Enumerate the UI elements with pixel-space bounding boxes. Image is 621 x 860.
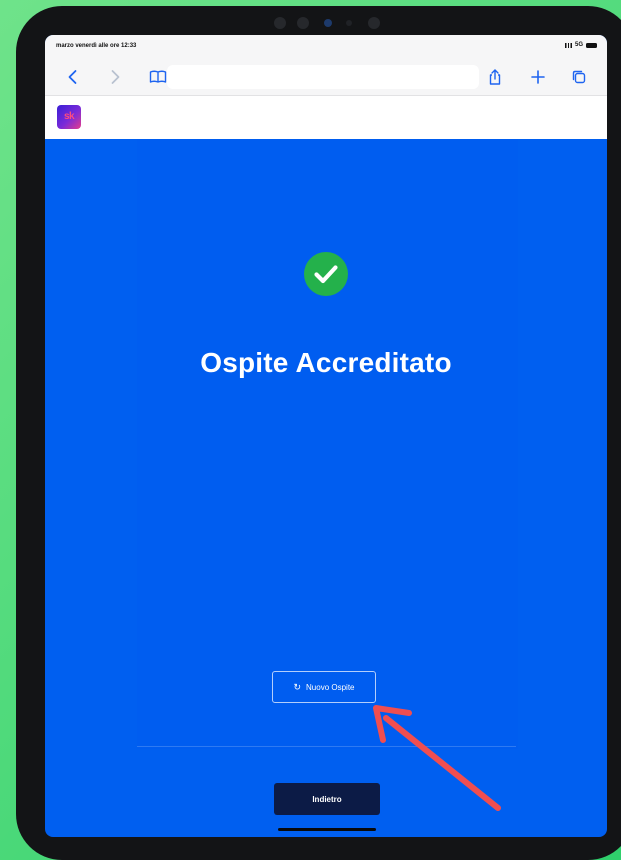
browser-toolbar <box>45 59 607 96</box>
share-icon[interactable] <box>485 67 505 87</box>
site-header: sk <box>45 96 607 139</box>
status-time: marzo venerdì alle ore 12:33 <box>56 43 137 49</box>
status-indicators: 5G <box>564 42 597 48</box>
signal-icon <box>564 42 572 48</box>
forward-chevron-icon[interactable] <box>105 67 125 87</box>
check-circle-icon <box>304 252 348 296</box>
refresh-icon: ↻ <box>293 681 302 692</box>
back-button[interactable]: Indietro <box>274 783 380 815</box>
home-indicator <box>278 828 376 831</box>
new-tab-plus-icon[interactable] <box>528 67 548 87</box>
new-guest-button-label: Nuovo Ospite <box>306 682 355 692</box>
tablet-screen: marzo venerdì alle ore 12:33 5G sk Ospit… <box>45 35 607 837</box>
tabs-overview-icon[interactable] <box>569 67 589 87</box>
bookmarks-book-icon[interactable] <box>148 67 168 87</box>
back-chevron-icon[interactable] <box>63 67 83 87</box>
new-guest-button[interactable]: ↻ Nuovo Ospite <box>272 671 376 703</box>
sensor-dot <box>368 17 380 29</box>
page-title: Ospite Accreditato <box>200 347 452 378</box>
camera-lens <box>324 19 332 27</box>
content-panel <box>137 139 518 749</box>
address-bar[interactable] <box>167 65 479 89</box>
battery-icon <box>586 42 597 48</box>
sensor-dot <box>274 17 286 29</box>
network-label: 5G <box>574 42 583 48</box>
sensor-dot <box>297 17 309 29</box>
status-bar: marzo venerdì alle ore 12:33 5G <box>45 35 607 59</box>
divider <box>137 746 516 747</box>
site-logo[interactable]: sk <box>57 105 81 129</box>
front-camera-bar <box>274 12 394 34</box>
sensor-dot <box>346 20 352 26</box>
